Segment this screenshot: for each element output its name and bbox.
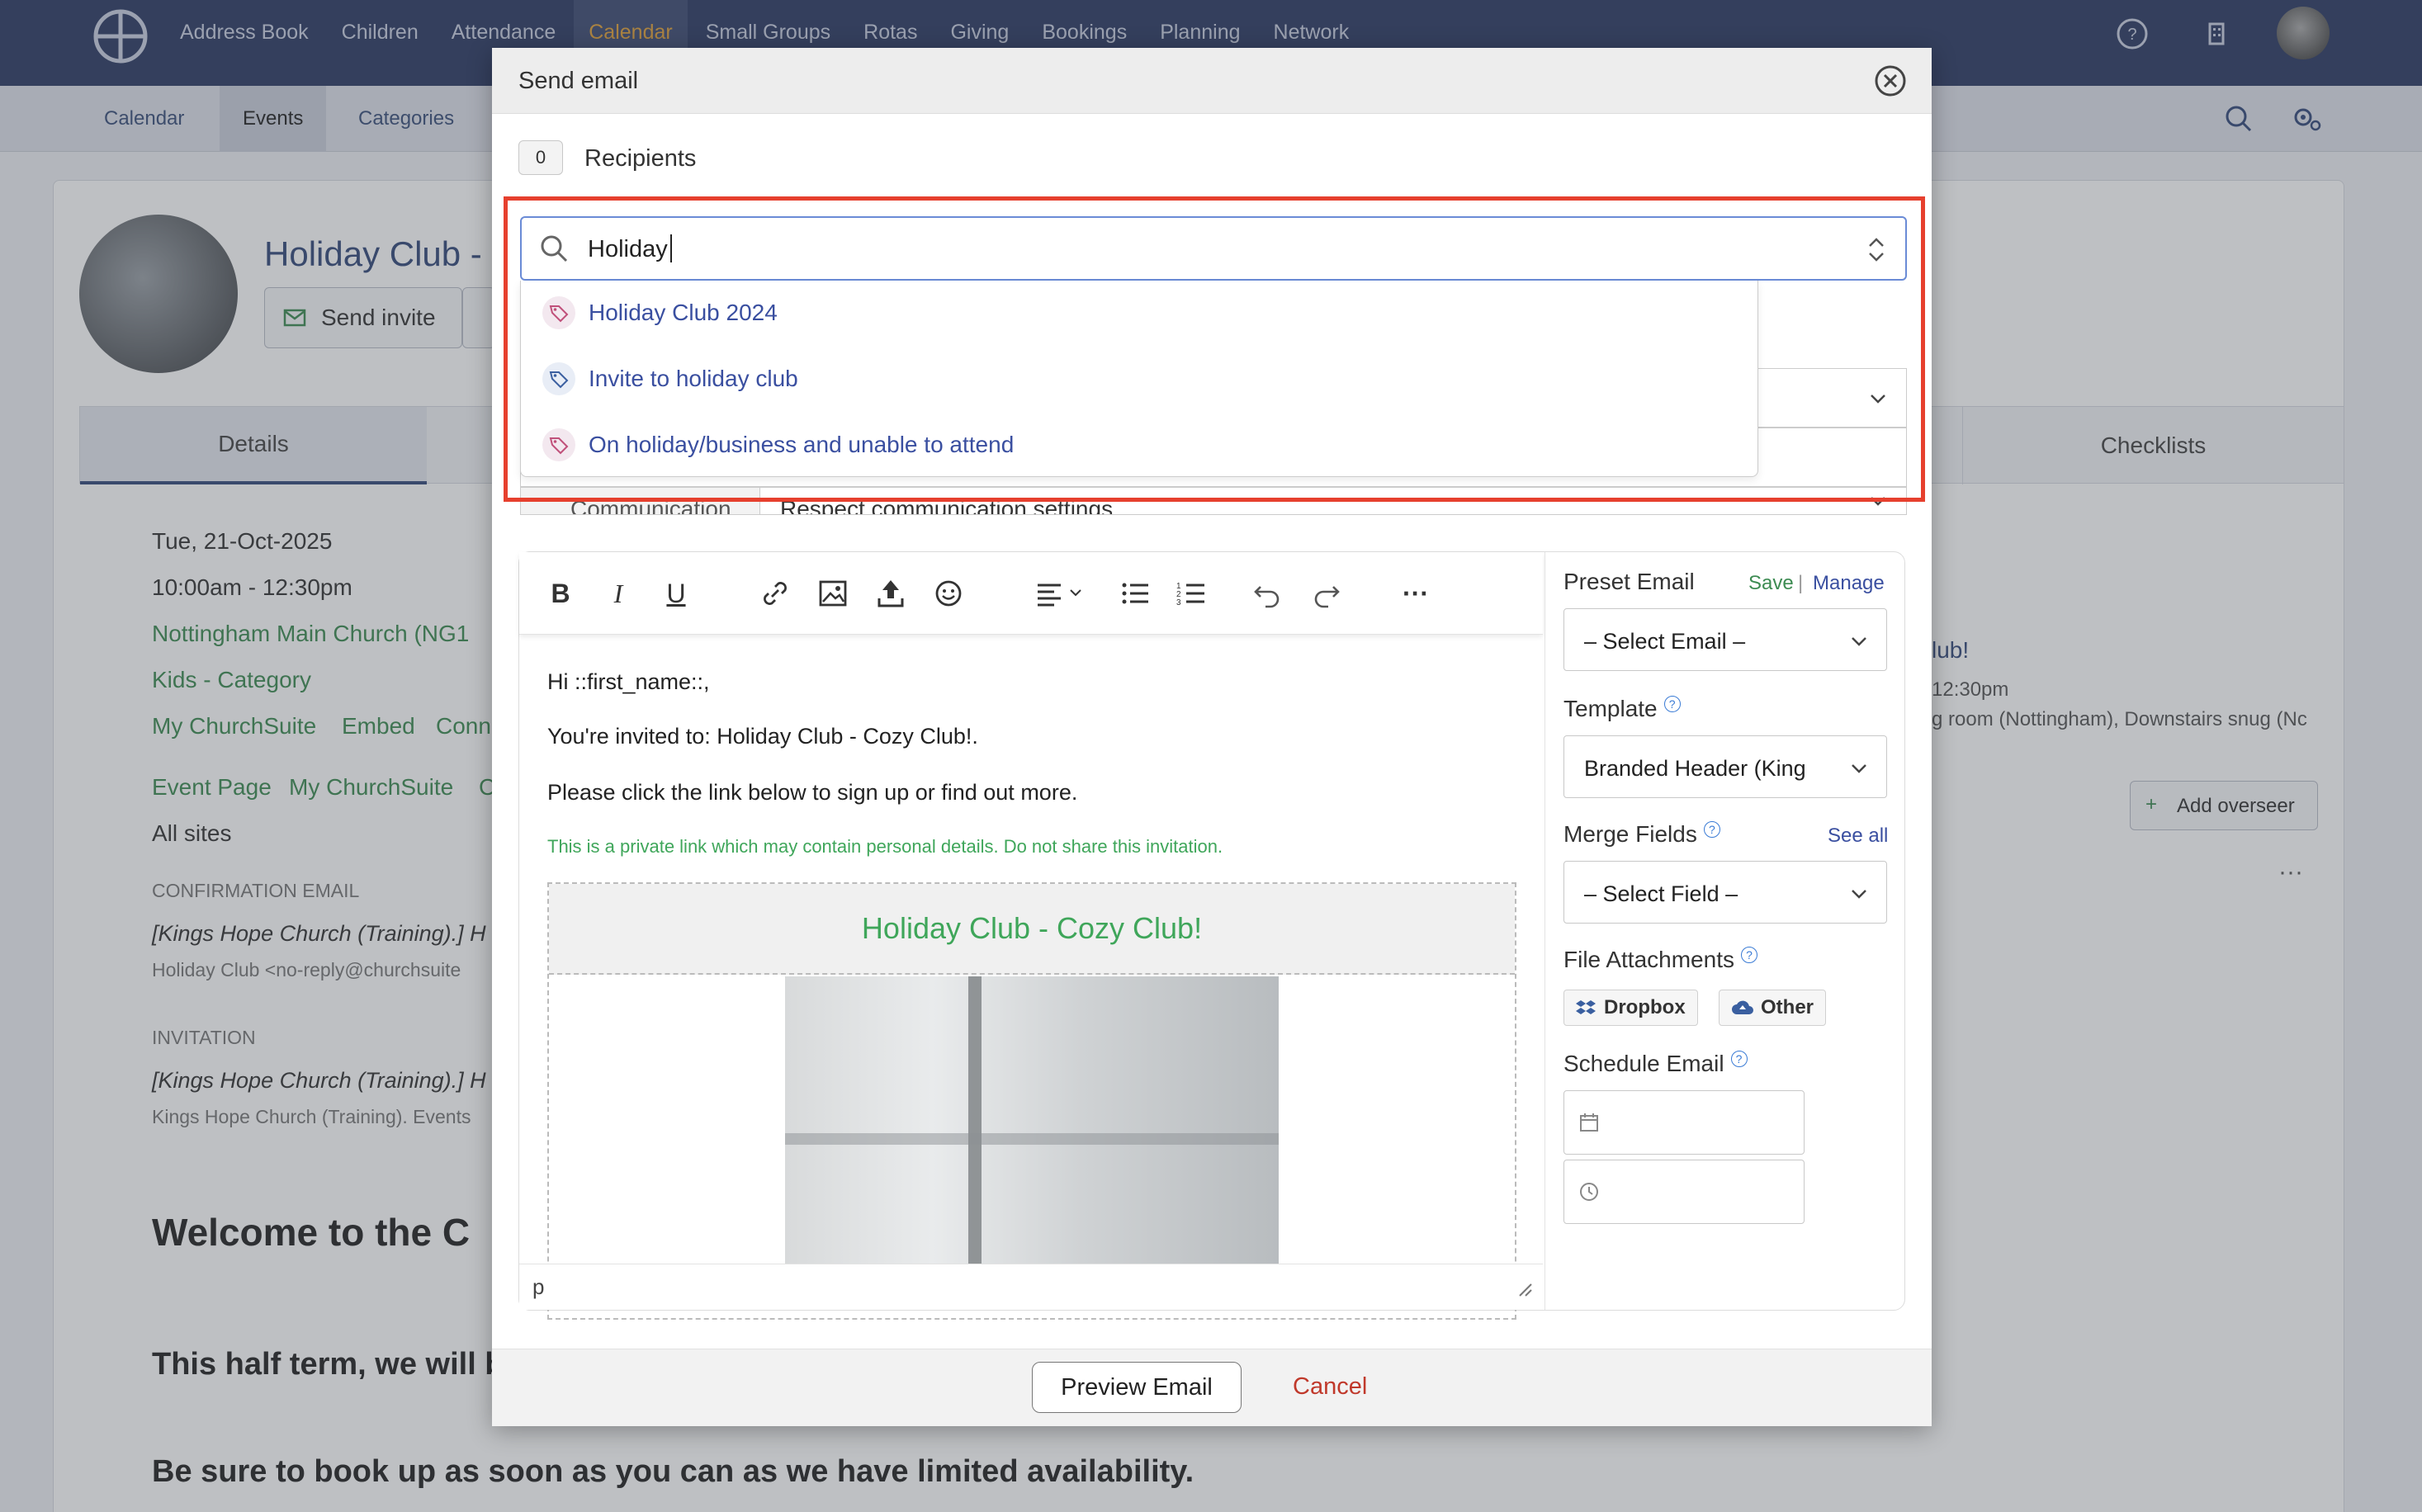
send-email-modal: Send email 0 Recipients Communication Re… [492,48,1932,1426]
search-icon [541,235,568,262]
bullet-list-icon[interactable] [1117,575,1153,612]
body-instructions[interactable]: Please click the link below to sign up o… [547,780,1077,806]
upload-icon[interactable] [873,575,909,612]
tag-icon [542,296,575,329]
emoji-icon[interactable] [930,575,967,612]
body-greeting[interactable]: Hi ::first_name::, [547,669,710,695]
recipients-count: 0 [518,140,563,175]
save-preset-link[interactable]: Save [1748,572,1794,595]
preset-email-select[interactable]: – Select Email – [1563,608,1887,671]
email-editor: B I U 123 ··· Hi ::first_name::, You're … [518,551,1905,1320]
see-all-link[interactable]: See all [1828,825,1888,848]
numbered-list-icon[interactable]: 123 [1173,575,1209,612]
recipients-label: Recipients [584,145,697,172]
chevron-down-icon [1852,890,1866,899]
preview-email-button[interactable]: Preview Email [1032,1362,1242,1413]
other-upload-button[interactable]: Other [1719,990,1827,1026]
italic-icon[interactable]: I [600,575,636,612]
email-options-panel: Preset Email Save | Manage – Select Emai… [1544,552,1904,1310]
body-invite[interactable]: You're invited to: Holiday Club - Cozy C… [547,724,978,749]
close-icon[interactable] [1872,63,1909,99]
file-attachments-label: File Attachments? [1563,947,1757,973]
bold-icon[interactable]: B [542,575,579,612]
editor-toolbar: B I U 123 ··· [519,552,1543,635]
body-image[interactable] [785,976,1279,1270]
help-icon[interactable]: ? [1663,696,1681,712]
sort-caret-icon[interactable] [1864,231,1889,267]
merge-fields-label: Merge Fields? [1563,821,1720,848]
help-icon[interactable]: ? [1740,947,1757,963]
dropbox-icon [1576,1000,1596,1014]
clock-icon [1580,1183,1598,1201]
cancel-button[interactable]: Cancel [1293,1373,1367,1401]
body-private-notice[interactable]: This is a private link which may contain… [547,836,1223,858]
body-template-block[interactable]: Holiday Club - Cozy Club! [547,882,1516,1320]
suggestion-item[interactable]: On holiday/business and unable to attend [521,413,1759,477]
redo-icon[interactable] [1308,575,1345,612]
help-icon[interactable]: ? [1703,821,1720,838]
resize-handle-icon[interactable] [1515,1279,1535,1299]
preset-email-label: Preset Email [1563,569,1695,594]
more-icon[interactable]: ··· [1398,575,1434,612]
template-label: Template? [1563,696,1681,722]
svg-text:3: 3 [1176,598,1181,607]
suggestion-item[interactable]: Invite to holiday club [521,347,1759,411]
tag-search-input[interactable]: Holiday [520,216,1907,281]
manage-presets-link[interactable]: Manage [1813,572,1885,595]
tag-icon [542,362,575,395]
modal-header: Send email [492,48,1932,114]
tag-icon [542,428,575,461]
body-template-header: Holiday Club - Cozy Club! [549,884,1515,975]
editor-statusbar: p [519,1264,1543,1310]
template-select[interactable]: Branded Header (King [1563,735,1887,798]
element-path: p [532,1274,545,1299]
image-icon[interactable] [815,575,851,612]
schedule-time-input[interactable] [1563,1160,1805,1224]
chevron-down-icon [1852,764,1866,773]
underline-icon[interactable]: U [658,575,694,612]
schedule-email-label: Schedule Email? [1563,1051,1748,1077]
align-dropdown-icon[interactable] [1033,575,1095,612]
help-icon[interactable]: ? [1730,1051,1748,1067]
calendar-icon [1580,1113,1598,1132]
link-icon[interactable] [757,575,793,612]
dropbox-button[interactable]: Dropbox [1563,990,1698,1026]
schedule-date-input[interactable] [1563,1090,1805,1155]
modal-title: Send email [518,68,639,94]
undo-icon[interactable] [1249,575,1285,612]
suggestion-item[interactable]: Holiday Club 2024 [521,281,1759,345]
text-cursor [670,234,672,262]
cloud-upload-icon [1732,1000,1753,1014]
merge-field-select[interactable]: – Select Field – [1563,861,1887,924]
search-suggestions-dropdown: Holiday Club 2024 Invite to holiday club… [520,281,1758,477]
chevron-down-icon [1852,637,1866,646]
search-input-value: Holiday [588,236,668,262]
